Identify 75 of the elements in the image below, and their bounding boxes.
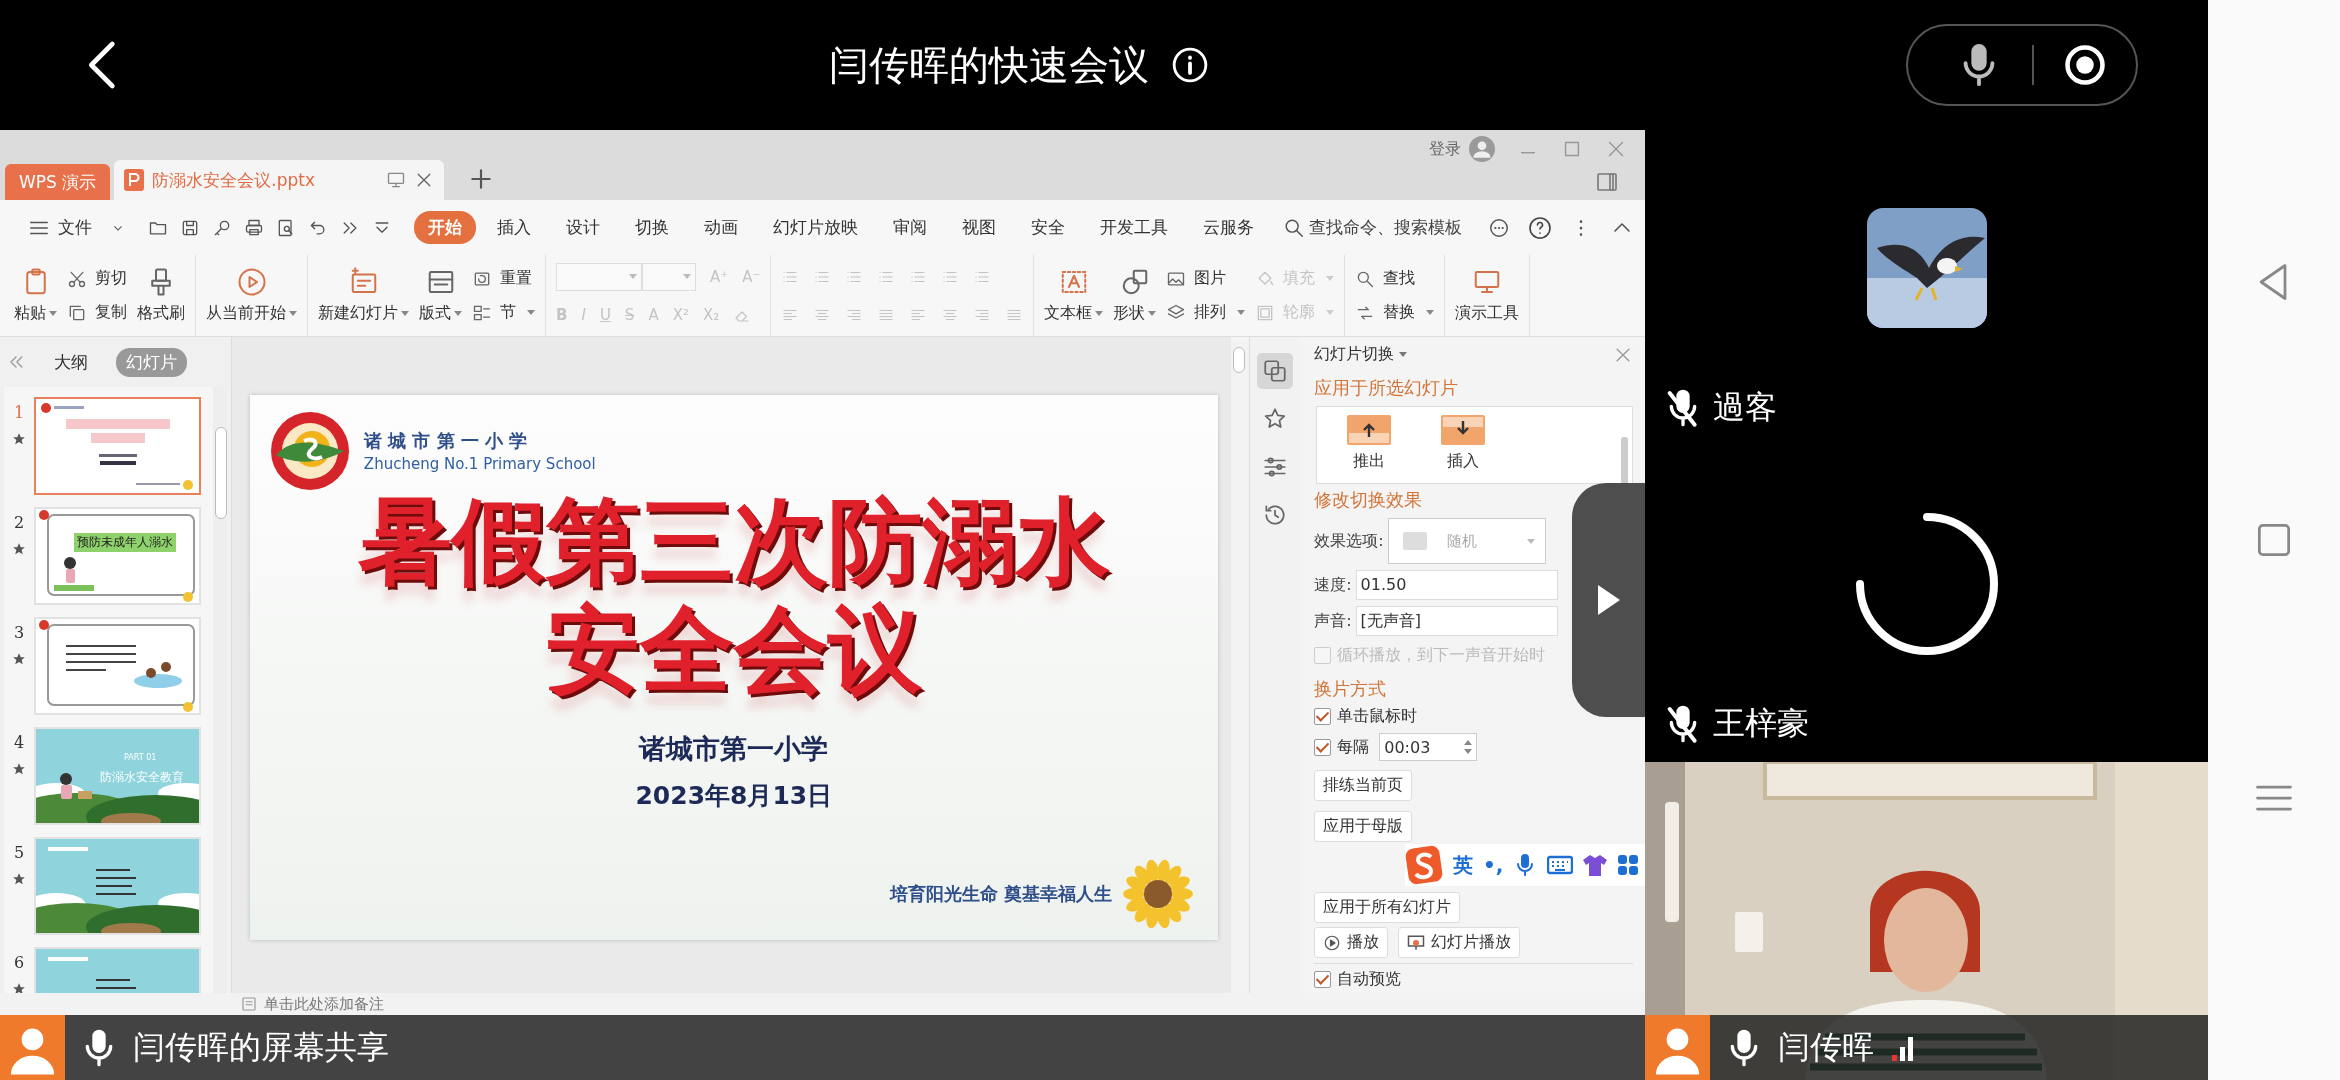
slide-number: 6 — [13, 953, 25, 972]
ribbon-button[interactable]: 演示工具 — [1455, 262, 1520, 329]
ribbon-button[interactable]: 版式 — [419, 262, 462, 329]
slide-subtitle: 诸城市第一小学 — [639, 732, 829, 766]
participant-name: 過客 — [1713, 387, 1777, 428]
login-link[interactable]: 登录 — [1429, 138, 1461, 160]
slide-number: 3 — [13, 623, 25, 642]
menu-tab[interactable]: 插入 — [483, 211, 545, 244]
slide-number: 2 — [13, 513, 25, 532]
participant-name: 王梓豪 — [1713, 703, 1809, 744]
field-label: 速度: — [1314, 574, 1352, 596]
menu-tab[interactable]: 审阅 — [879, 211, 941, 244]
slide-number: 1 — [13, 403, 25, 422]
menu-tab[interactable]: 设计 — [552, 211, 614, 244]
menu-tab[interactable]: 云服务 — [1189, 211, 1268, 244]
menu-tab[interactable]: 幻灯片放映 — [759, 211, 872, 244]
slide-motto: 培育阳光生命 奠基幸福人生 — [889, 882, 1112, 906]
menu-tab[interactable]: 安全 — [1017, 211, 1079, 244]
slide-number: 5 — [13, 843, 25, 862]
slide-thumbnail[interactable]: 预防未成年人溺水 — [34, 507, 201, 605]
ribbon-button[interactable]: 格式刷 — [137, 262, 185, 329]
ribbon-button[interactable]: 新建幻灯片 — [318, 262, 409, 329]
ribbon-button[interactable]: 替换 — [1355, 298, 1435, 327]
sound-dropdown[interactable]: [无声音] — [1355, 606, 1558, 637]
effect-option[interactable]: 插入 — [1441, 415, 1486, 473]
thumbnail-tag: PART 01 — [124, 753, 157, 762]
menu-tab[interactable]: 开发工具 — [1086, 211, 1182, 244]
ribbon-button[interactable]: 从当前开始 — [206, 262, 297, 329]
ribbon-button[interactable]: 重置 — [472, 264, 535, 293]
panel-tab[interactable]: 大纲 — [44, 347, 98, 377]
participant-name: 闫传晖 — [1778, 1026, 1874, 1068]
pane-button[interactable]: 播放 — [1314, 927, 1389, 959]
ribbon-button[interactable]: 排列 — [1166, 298, 1246, 327]
school-name-english: Zhucheng No.1 Primary School — [363, 455, 596, 473]
ribbon-button[interactable]: 复制 — [67, 298, 127, 327]
checkbox-label: 每隔 — [1337, 736, 1370, 758]
share-label: 闫传晖的屏幕共享 — [133, 1026, 389, 1068]
pane-button[interactable]: 应用于母版 — [1314, 811, 1413, 843]
pane-title[interactable]: 幻灯片切换 — [1314, 344, 1395, 366]
ribbon-button[interactable]: 形状 — [1113, 262, 1157, 329]
section-heading: 换片方式 — [1314, 677, 1388, 702]
meeting-title: 闫传晖的快速会议 — [828, 40, 1149, 90]
slide-date: 2023年8月13日 — [635, 780, 833, 812]
search-field[interactable]: 查找命令、搜索模板 — [1283, 216, 1462, 239]
pane-button[interactable]: 幻灯片播放 — [1398, 927, 1521, 959]
menu-tab[interactable]: 动画 — [690, 211, 752, 244]
pane-button[interactable]: 应用于所有幻灯片 — [1314, 892, 1461, 924]
section-heading: 修改切换效果 — [1314, 488, 1424, 513]
file-menu[interactable]: 文件 — [58, 216, 92, 239]
thumbnail-heading: 防溺水安全教育 — [100, 769, 184, 786]
section-heading: 应用于所选幻灯片 — [1314, 376, 1460, 401]
field-label: 声音: — [1314, 610, 1352, 632]
punctuation-toggle[interactable]: •, — [1483, 853, 1504, 877]
menu-tab[interactable]: 视图 — [948, 211, 1010, 244]
notes-field[interactable]: 单击此处添加备注 — [264, 994, 384, 1014]
ribbon-button[interactable]: 剪切 — [67, 264, 127, 293]
slide-title-line: 安全会议 — [545, 595, 922, 703]
language-toggle[interactable]: 英 — [1453, 851, 1473, 879]
slide-title-line: 暑假第三次防溺水 — [357, 487, 1110, 595]
effect-option[interactable]: 推出 — [1347, 415, 1392, 473]
school-name: 诸 城 市 第 一 小 学 — [363, 429, 529, 453]
pane-button[interactable]: 排练当前页 — [1314, 770, 1413, 802]
ribbon-button[interactable]: 粘贴 — [14, 262, 57, 329]
ribbon-button[interactable]: 文本框 — [1044, 262, 1104, 329]
interval-field[interactable]: 00:03 — [1379, 733, 1478, 762]
checkbox-label: 单击鼠标时 — [1337, 706, 1418, 728]
thumbnail-heading: 预防未成年人溺水 — [74, 533, 176, 552]
speed-field[interactable]: 01.50 — [1355, 570, 1558, 601]
field-label: 效果选项: — [1314, 530, 1384, 552]
ribbon-button[interactable]: 图片 — [1166, 264, 1246, 293]
slide-number: 4 — [13, 733, 25, 752]
checkbox-label: 自动预览 — [1337, 969, 1402, 990]
ribbon-button[interactable]: 查找 — [1355, 264, 1435, 293]
ribbon-button[interactable]: 节 — [472, 298, 535, 327]
menu-tab[interactable]: 切换 — [621, 211, 683, 244]
